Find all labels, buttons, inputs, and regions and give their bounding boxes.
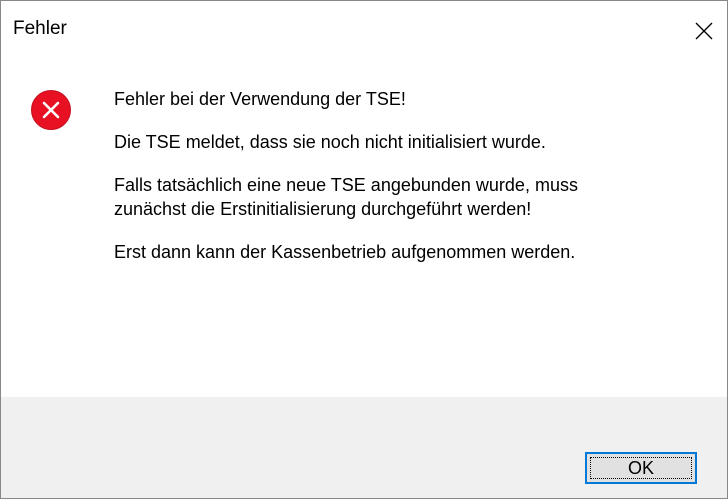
message-line-not-initialized: Die TSE meldet, dass sie noch nicht init… xyxy=(114,132,546,152)
error-dialog: Fehler Fehler bei der Verwendung der TSE… xyxy=(0,0,728,499)
title-bar: Fehler xyxy=(1,1,727,45)
window-title: Fehler xyxy=(13,18,67,39)
message-line-initialization-required: zunächst die Erstinitialisierung durchge… xyxy=(114,199,532,219)
message-line-operation-info: Erst dann kann der Kassenbetrieb aufgeno… xyxy=(114,242,576,262)
dialog-footer: OK xyxy=(1,397,727,498)
ok-button-label: OK xyxy=(627,457,654,478)
message-line-error-title: Fehler bei der Verwendung der TSE! xyxy=(114,89,406,109)
error-icon xyxy=(31,90,71,130)
message-line-new-tse: Falls tatsächlich eine neue TSE angebund… xyxy=(114,175,578,195)
close-icon xyxy=(695,22,713,40)
message-text: Fehler bei der Verwendung der TSE! Die T… xyxy=(114,87,578,283)
ok-button[interactable]: OK xyxy=(585,452,697,484)
